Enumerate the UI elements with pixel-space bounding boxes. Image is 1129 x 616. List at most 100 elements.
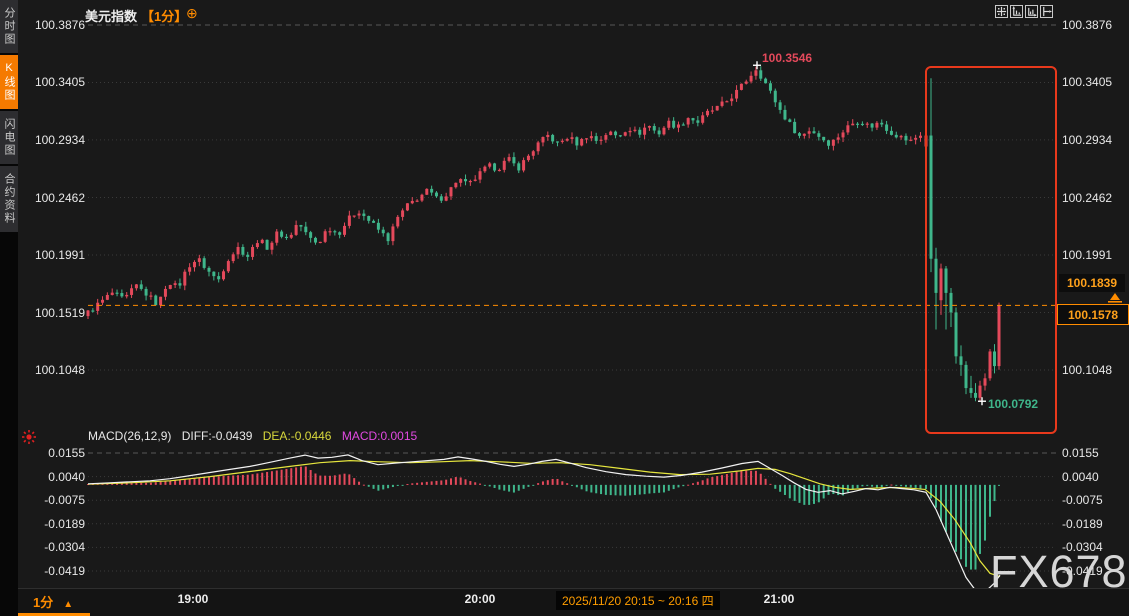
candle-body xyxy=(706,110,710,116)
shift-chart-icon[interactable] xyxy=(1040,5,1053,18)
candle-body xyxy=(618,135,622,137)
candle-body xyxy=(623,132,627,136)
candle-body xyxy=(672,120,676,128)
candle-body xyxy=(178,283,182,286)
candle-body xyxy=(993,351,996,367)
macd-histogram-bar xyxy=(725,474,728,485)
pan-tool-icon[interactable] xyxy=(995,5,1008,18)
macd-histogram-bar xyxy=(159,481,162,485)
candle-body xyxy=(647,126,651,128)
macd-histogram-bar xyxy=(633,484,636,495)
macd-histogram-bar xyxy=(377,484,380,491)
candle-body xyxy=(391,226,395,242)
candle-body xyxy=(217,276,221,280)
macd-histogram-bar xyxy=(551,478,554,485)
candle-body xyxy=(197,258,201,262)
macd-histogram-bar xyxy=(237,475,240,485)
candle-body xyxy=(270,242,274,250)
macd-histogram-bar xyxy=(183,479,186,485)
macd-histogram-bar xyxy=(861,484,864,487)
candle-body xyxy=(134,284,138,289)
candle-body xyxy=(522,160,526,171)
macd-histogram-bar xyxy=(740,470,743,485)
candle-body xyxy=(493,163,497,171)
macd-histogram-bar xyxy=(348,474,351,485)
sidebar-tab-4[interactable]: 合约资料 xyxy=(0,166,18,232)
macd-histogram-bar xyxy=(135,482,138,485)
macd-histogram-bar xyxy=(856,484,859,489)
macd-histogram-bar xyxy=(338,474,341,485)
candle-body xyxy=(439,196,443,201)
price-axis-label-left: 100.2462 xyxy=(34,190,85,205)
candle-body xyxy=(934,258,938,293)
macd-histogram-bar xyxy=(527,484,530,487)
macd-histogram-bar xyxy=(989,484,991,517)
macd-histogram-bar xyxy=(469,481,472,485)
candle-body xyxy=(676,124,680,128)
candle-body xyxy=(749,75,753,82)
candle-body xyxy=(367,216,371,221)
price-axis-label-left: 100.1048 xyxy=(34,363,85,377)
sidebar-tab-2[interactable]: K线图 xyxy=(0,55,18,109)
y-axis-scale-icon[interactable] xyxy=(1010,5,1023,18)
candle-body xyxy=(338,232,342,235)
macd-histogram-bar xyxy=(246,474,249,485)
sidebar-tab-3[interactable]: 闪电图 xyxy=(0,111,18,164)
candle-body xyxy=(231,254,235,262)
add-indicator-icon[interactable]: ⊕ xyxy=(186,5,198,22)
macd-histogram-bar xyxy=(638,484,641,495)
macd-histogram-bar xyxy=(935,484,937,508)
x-axis-scale-icon[interactable] xyxy=(1025,5,1038,18)
indicator-settings-icon[interactable] xyxy=(21,429,37,445)
candle-body xyxy=(163,288,167,297)
macd-histogram-bar xyxy=(149,482,152,485)
macd-histogram-bar xyxy=(454,477,457,485)
price-axis-label-left: 100.1519 xyxy=(34,305,85,320)
interval-selector-button[interactable]: 1分 ▲ xyxy=(18,589,90,616)
macd-histogram-bar xyxy=(474,482,477,485)
candle-body xyxy=(168,285,172,289)
candle-body xyxy=(575,137,579,146)
chart-canvas[interactable] xyxy=(0,0,1129,616)
candle-body xyxy=(91,310,95,312)
candle-body xyxy=(652,126,656,131)
macd-histogram-bar xyxy=(750,470,753,485)
macd-histogram-bar xyxy=(706,478,709,485)
macd-histogram-bar xyxy=(658,484,661,493)
candle-body xyxy=(638,129,642,135)
macd-histogram-bar xyxy=(324,475,327,485)
macd-histogram-bar xyxy=(779,484,782,492)
session-low-label: 100.0792 xyxy=(988,397,1039,411)
candle-body xyxy=(246,254,250,257)
macd-histogram-bar xyxy=(304,466,307,485)
macd-axis-label-right: -0.0189 xyxy=(1062,516,1103,531)
candle-body xyxy=(120,293,124,297)
candle-body xyxy=(701,115,705,123)
candle-body xyxy=(333,231,337,233)
candle-body xyxy=(183,271,187,286)
macd-histogram-bar xyxy=(483,484,486,486)
candle-body xyxy=(875,122,879,128)
sidebar-tab-1[interactable]: 分时图 xyxy=(0,0,18,53)
candle-body xyxy=(880,122,884,125)
macd-histogram-bar xyxy=(774,484,777,489)
macd-histogram-bar xyxy=(266,471,269,485)
macd-histogram-bar xyxy=(532,484,535,486)
candle-body xyxy=(929,135,933,259)
candle-body xyxy=(343,225,347,235)
candle-body xyxy=(309,232,313,238)
candle-body xyxy=(856,123,860,125)
macd-histogram-bar xyxy=(696,481,699,485)
macd-histogram-bar xyxy=(208,476,210,485)
macd-histogram-bar xyxy=(735,471,738,485)
candle-body xyxy=(478,171,482,180)
candle-body xyxy=(773,90,777,103)
macd-histogram-bar xyxy=(517,484,520,491)
macd-histogram-bar xyxy=(754,470,757,485)
candle-body xyxy=(507,157,511,161)
candle-body xyxy=(260,239,264,244)
macd-histogram-bar xyxy=(420,482,423,485)
candle-body xyxy=(284,236,288,238)
chart-window: 分时图 K线图 闪电图 合约资料 美元指数 【1分】 ⊕ 100.3876 100.387… xyxy=(0,0,1129,616)
macd-histogram-bar xyxy=(440,480,443,485)
